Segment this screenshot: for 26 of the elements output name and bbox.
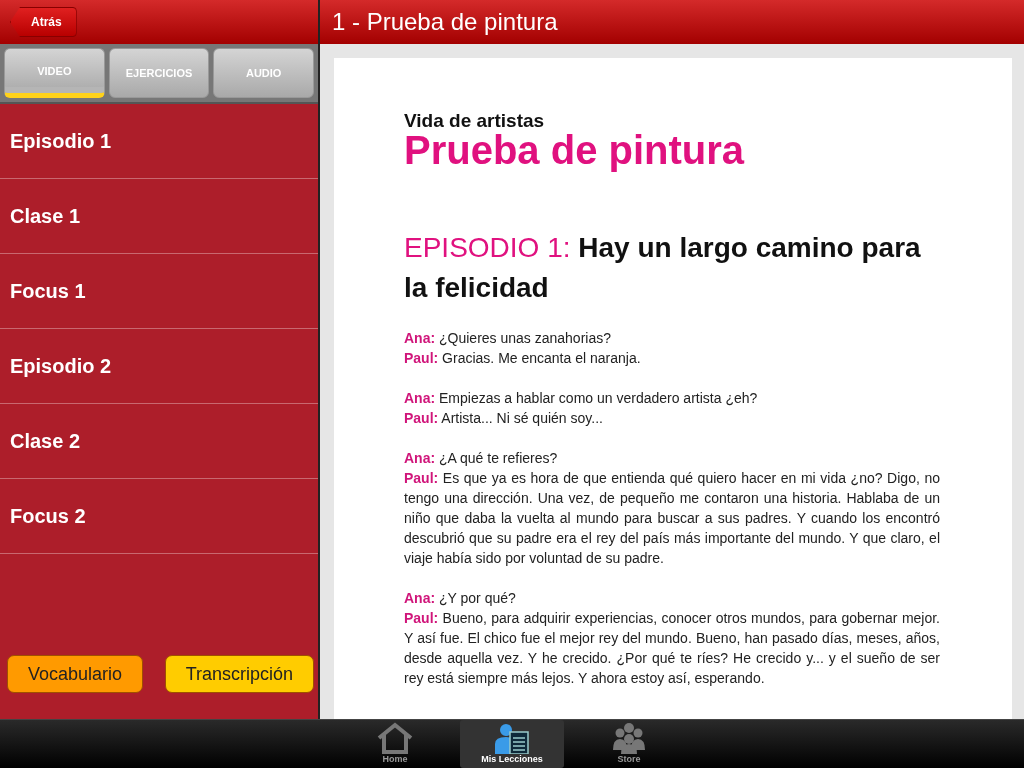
- person-document-icon: [492, 722, 532, 754]
- lesson-item[interactable]: Focus 2: [0, 479, 318, 554]
- dialogue-line: Ana: Empiezas a hablar como un verdadero artista ¿eh?: [404, 389, 759, 408]
- dialogue-line: Paul: Bueno, para adquirir experiencias, conocer otros mundos, para gobernar mejor. Y así fue. El chico fue el mejor rey del mundo. Bueno, han pasado días, meses, años, desde aquella vez. Y he crecido. ¿Por qué te ríes? He crecido y... y el sueño de ser rey está siempre más lejos. Y ahora estoy así, esperando.: [404, 609, 940, 688]
- tab-bar-item[interactable]: Home: [356, 720, 434, 768]
- tab-bar-item[interactable]: Mis Lecciones: [460, 720, 564, 768]
- lesson-item[interactable]: Episodio 2: [0, 329, 318, 404]
- action-button[interactable]: Transcripción: [164, 655, 314, 693]
- dialogue-line: Paul: Gracias. Me encanta el naranja.: [404, 349, 642, 368]
- action-button[interactable]: Vocabulario: [7, 655, 144, 693]
- dialogue-line: Paul: Es que ya es hora de que entienda qué quiero hacer en mi vida ¿no? Digo, no tengo una dirección. Una vez, de pequeño me contaron una historia. Hablaba de un niño que daba la vuelta al mundo para buscar a sus padres. Y cuando los encontró descubrió que su padre era el rey del país más importante del mundo. Y que claro, el viaje había sido por voluntad de su padre.: [404, 469, 940, 568]
- home-icon: [375, 722, 415, 754]
- back-button[interactable]: Atrás: [10, 7, 77, 37]
- dialogue-line: Paul: Artista... Ni sé quién soy...: [404, 409, 604, 428]
- dialogue-line: Ana: ¿A qué te refieres?: [404, 449, 559, 468]
- lesson-item[interactable]: Clase 2: [0, 404, 318, 479]
- dialogue-line: Ana: ¿Y por qué?: [404, 589, 517, 608]
- document-kicker: Vida de artistas: [404, 110, 546, 132]
- tab-bar-item[interactable]: Store: [590, 720, 668, 768]
- lesson-item[interactable]: Clase 1: [0, 179, 318, 254]
- episode-title: EPISODIO 1: Hay un largo camino para la felicidad: [404, 231, 922, 305]
- window-title: 1 - Prueba de pintura: [332, 8, 558, 36]
- lesson-item[interactable]: Focus 1: [0, 254, 318, 329]
- document-heading: Prueba de pintura: [404, 130, 746, 170]
- lesson-item[interactable]: Episodio 1: [0, 104, 318, 179]
- dialogue-line: Ana: ¿Quieres unas zanahorias?: [404, 329, 612, 348]
